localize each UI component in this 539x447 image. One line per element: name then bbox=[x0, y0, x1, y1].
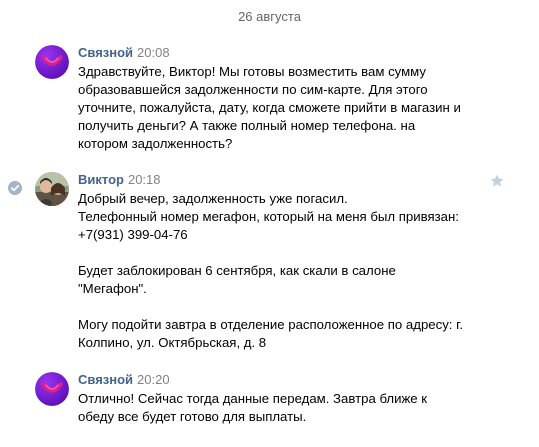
check-icon[interactable] bbox=[8, 181, 22, 195]
user-photo-icon bbox=[35, 172, 69, 206]
svyaznoy-logo-icon bbox=[35, 45, 69, 79]
message-author[interactable]: Связной bbox=[78, 45, 133, 60]
svyaznoy-avatar[interactable] bbox=[35, 372, 69, 406]
message-text: Отлично! Сейчас тогда данные передам. За… bbox=[78, 391, 428, 424]
user-avatar[interactable] bbox=[35, 172, 69, 206]
checkmark-glyph-icon bbox=[10, 184, 20, 192]
message-text: Добрый вечер, задолженность уже погасил.… bbox=[78, 191, 463, 350]
message-time[interactable]: 20:18 bbox=[128, 172, 161, 187]
chat-history: 26 августа Связной 20:08 Здравствуйте, Ви… bbox=[0, 0, 539, 447]
message-text: Здравствуйте, Виктор! Мы готовы возмести… bbox=[78, 64, 461, 151]
message-header: Связной 20:08 bbox=[78, 45, 170, 61]
star-icon[interactable] bbox=[489, 173, 505, 189]
star-glyph-icon bbox=[490, 174, 504, 187]
message-time[interactable]: 20:20 bbox=[137, 372, 170, 387]
message-header: Связной 20:20 bbox=[78, 372, 170, 388]
message-author[interactable]: Виктор bbox=[78, 172, 124, 187]
svyaznoy-logo-icon bbox=[35, 372, 69, 406]
message-header: Виктор 20:18 bbox=[78, 172, 161, 188]
message-author[interactable]: Связной bbox=[78, 372, 133, 387]
svyaznoy-avatar[interactable] bbox=[35, 45, 69, 79]
message-time[interactable]: 20:08 bbox=[137, 45, 170, 60]
date-separator: 26 августа bbox=[238, 9, 301, 24]
